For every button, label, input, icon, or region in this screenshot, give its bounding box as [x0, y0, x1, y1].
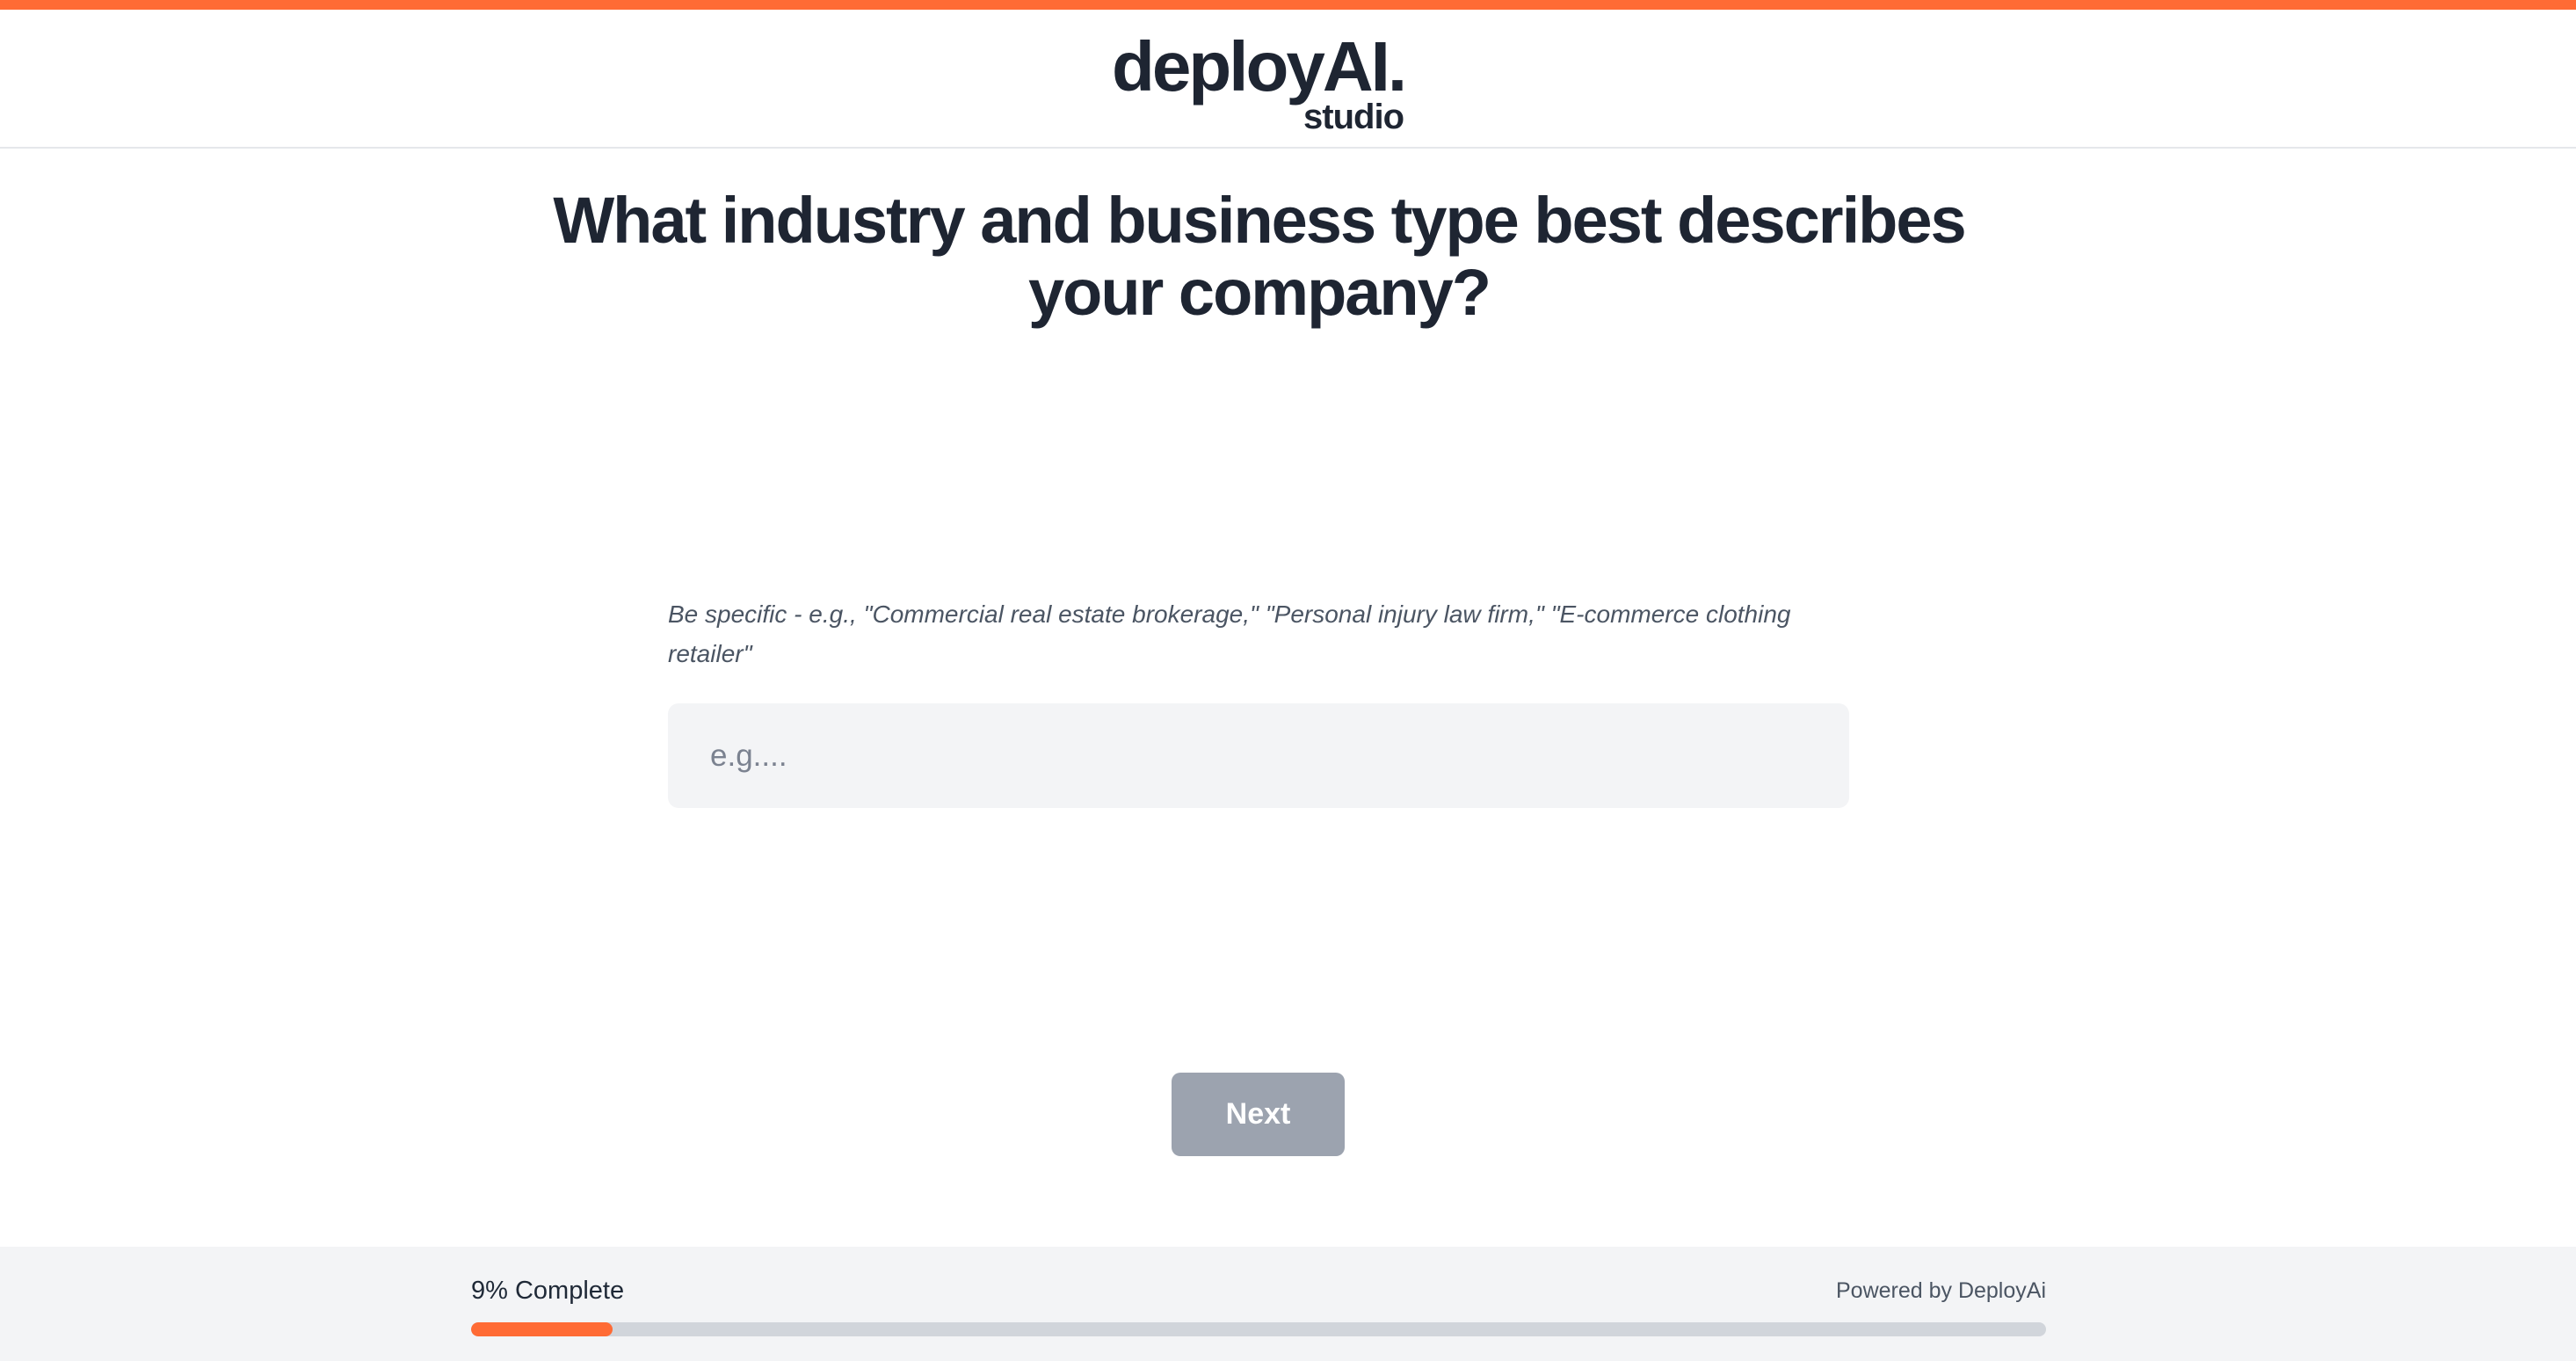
- deployai-studio-logo: deployAI. studio: [1112, 27, 1411, 142]
- industry-answer-input[interactable]: [668, 703, 1849, 808]
- progress-fill: [471, 1322, 613, 1336]
- answer-field-container: [668, 703, 1849, 808]
- progress-footer: 9% Complete Powered by DeployAi: [0, 1247, 2576, 1361]
- question-hint: Be specific - e.g., "Commercial real est…: [668, 600, 1791, 667]
- progress-track: [471, 1322, 2046, 1336]
- powered-by-label: Powered by DeployAi: [1835, 1278, 2046, 1303]
- next-button[interactable]: Next: [1172, 1073, 1345, 1156]
- progress-label: 9% Complete: [471, 1277, 625, 1305]
- logo-wordmark: deployAI.: [1112, 27, 1407, 106]
- header: deployAI. studio: [0, 10, 2576, 149]
- logo-subtitle: studio: [1303, 98, 1404, 136]
- top-accent-bar: [0, 0, 2576, 10]
- question-title: What industry and business type best des…: [553, 184, 1966, 329]
